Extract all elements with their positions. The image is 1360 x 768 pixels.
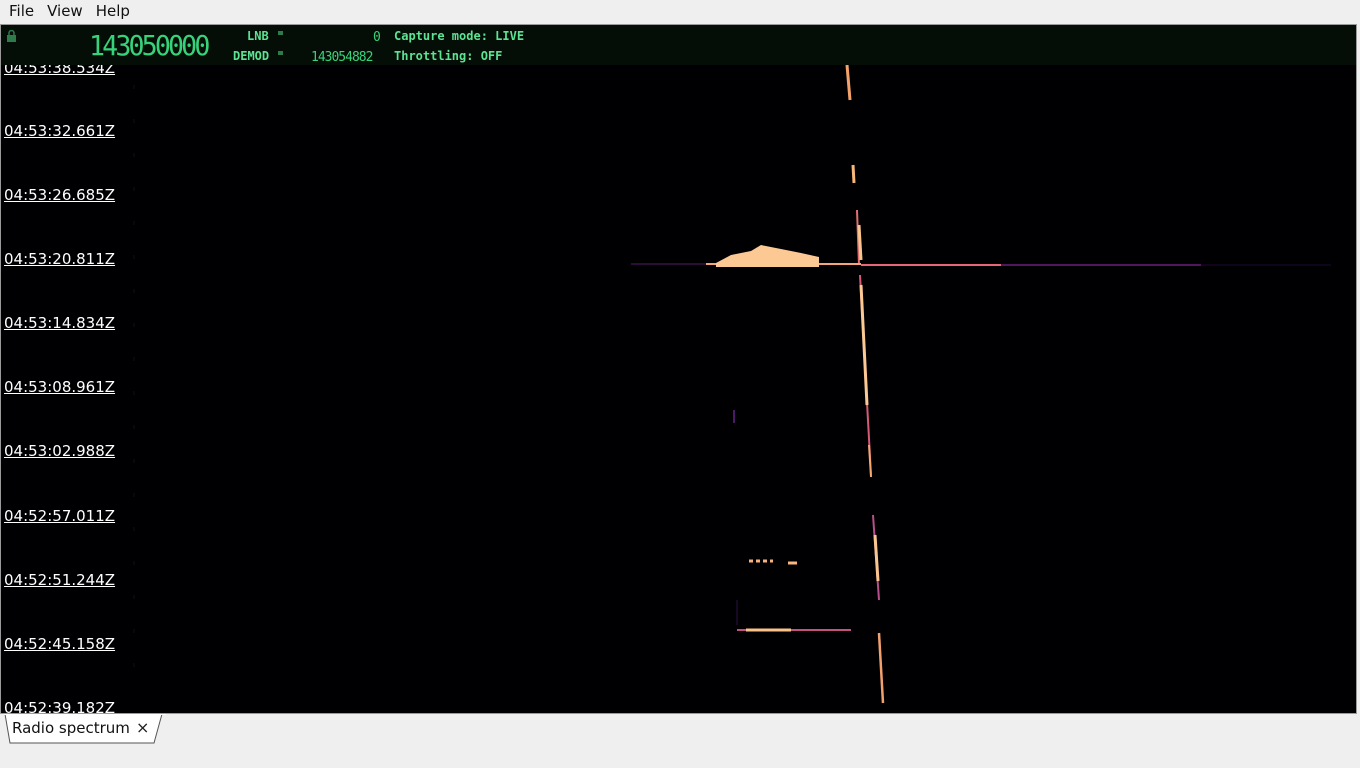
menu-help[interactable]: Help [87, 0, 134, 22]
tab-label: Radio spectrum [12, 719, 130, 737]
menu-view-label: View [47, 2, 83, 20]
timestamp-label: 04:53:20.811Z [4, 250, 116, 268]
main-frequency-display[interactable]: 143050000 [89, 29, 210, 62]
menu-file[interactable]: File [0, 0, 38, 22]
spectrum-window: 143050000 LNB 0 DEMOD 143054882 Capture … [0, 24, 1357, 714]
timestamp-label: 04:53:32.661Z [4, 122, 116, 140]
demod-lock-icon[interactable] [278, 49, 283, 55]
menu-view[interactable]: View [38, 0, 87, 22]
demod-label: DEMOD [233, 49, 270, 63]
tab-bar: Radio spectrum × [0, 714, 1360, 768]
throttling-text: Throttling: OFF [394, 49, 503, 63]
timestamp-label: 04:52:51.244Z [4, 571, 116, 589]
capture-mode-text: Capture mode: LIVE [394, 29, 525, 43]
lnb-value[interactable]: 0 [373, 30, 381, 45]
tab-radio-spectrum[interactable]: Radio spectrum × [4, 714, 166, 744]
demod-value[interactable]: 143054882 [311, 50, 373, 65]
lnb-label: LNB [247, 29, 269, 43]
menu-help-label: Help [95, 2, 130, 20]
lock-icon[interactable] [6, 30, 17, 43]
timestamp-label: 04:53:14.834Z [4, 314, 116, 332]
menu-bar: File View Help [0, 0, 1360, 22]
close-icon[interactable]: × [136, 718, 149, 737]
timestamp-label: 04:53:08.961Z [4, 378, 116, 396]
timestamp-label: 04:53:26.685Z [4, 186, 116, 204]
waterfall-display[interactable] [1, 25, 1356, 713]
timestamp-label: 04:52:57.011Z [4, 507, 116, 525]
timestamp-label: 04:53:02.988Z [4, 442, 116, 460]
timestamp-label: 04:52:45.158Z [4, 635, 116, 653]
status-bar: 143050000 LNB 0 DEMOD 143054882 Capture … [1, 25, 1356, 65]
lnb-lock-icon[interactable] [278, 29, 283, 35]
timestamp-label: 04:52:39.182Z [4, 699, 116, 714]
menu-file-label: File [9, 2, 35, 20]
